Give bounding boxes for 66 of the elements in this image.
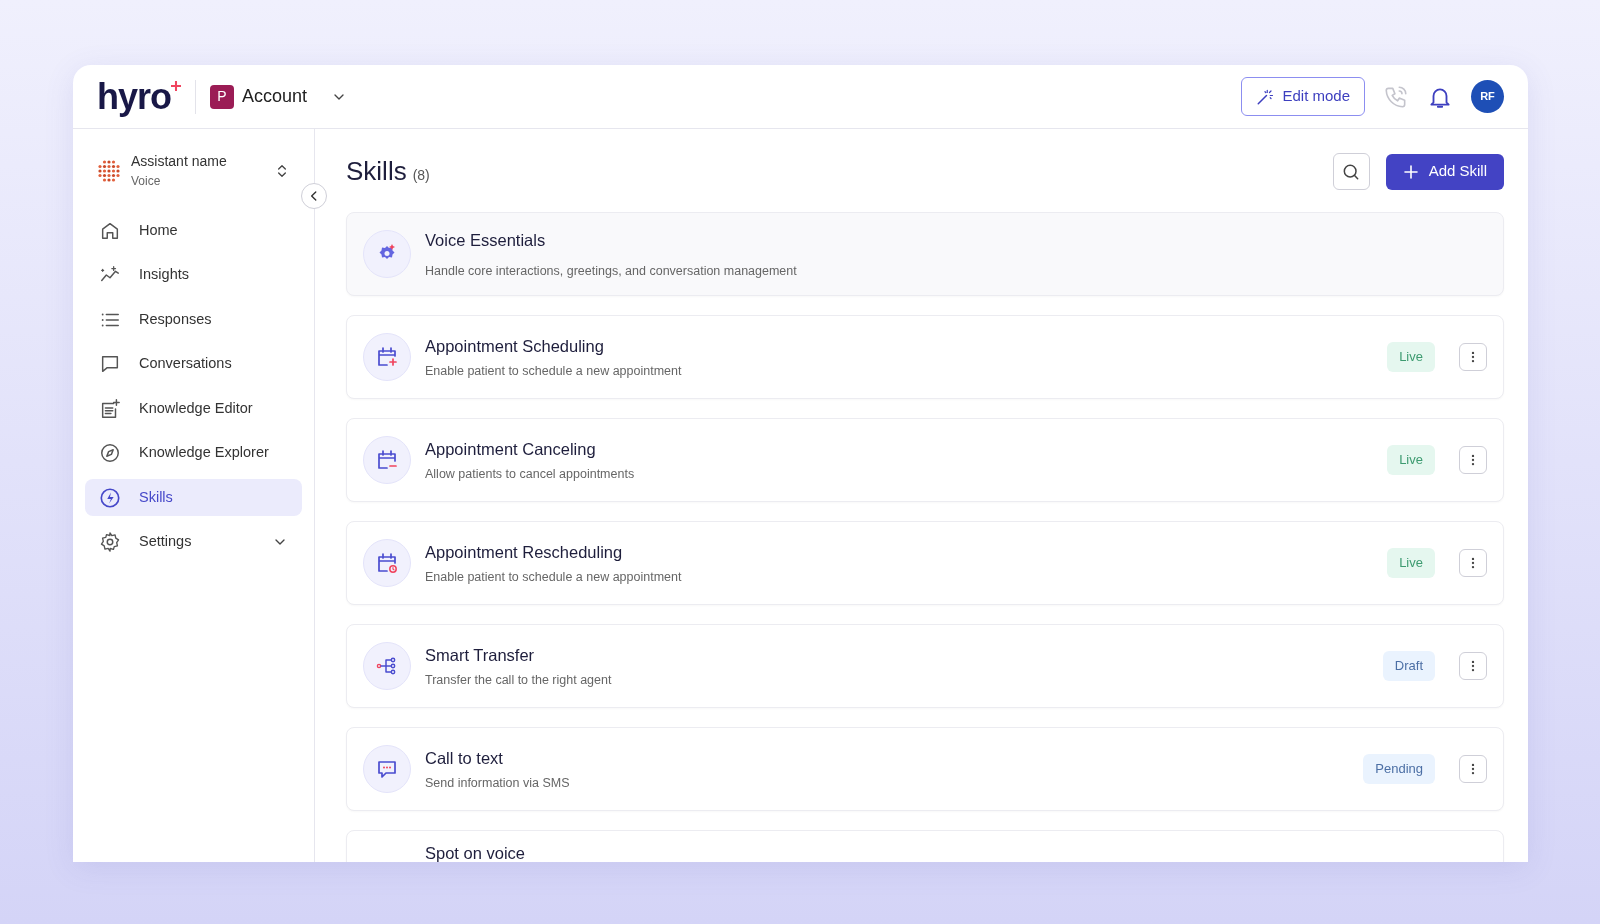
skill-card[interactable]: Voice Essentials Handle core interactions, greetings, and conversation management: [346, 212, 1504, 296]
logo: hyro: [97, 78, 171, 115]
skill-count: (8): [412, 165, 430, 185]
document-plus-icon: [99, 397, 121, 420]
skill-description: Enable patient to schedule a new appointment: [425, 362, 683, 380]
compass-icon: [99, 442, 121, 464]
magic-wand-icon: [1256, 87, 1275, 106]
search-button[interactable]: [1332, 153, 1370, 190]
skill-description: Allow patients to cancel appointments: [425, 465, 636, 483]
avatar[interactable]: RF: [1471, 80, 1504, 113]
lightning-bolt-icon: [99, 486, 121, 509]
gear-icon: [99, 531, 121, 553]
sidebar-item[interactable]: Home: [85, 212, 302, 249]
sidebar-item[interactable]: Insights: [85, 256, 302, 294]
sparkle-icon: [171, 80, 181, 91]
status-badge: Live: [1387, 445, 1435, 475]
collapse-sidebar-button[interactable]: [301, 183, 327, 209]
skill-title: Smart Transfer: [425, 644, 536, 666]
assistant-type: Voice: [131, 173, 162, 190]
skill-title: Spot on voice: [425, 843, 526, 862]
sidebar-item[interactable]: Responses: [85, 301, 302, 338]
skill-card[interactable]: Appointment Rescheduling Enable patient to schedule a new appointment Live: [346, 521, 1504, 605]
status-badge: Live: [1387, 342, 1435, 372]
sidebar-item[interactable]: Knowledge Editor: [85, 390, 302, 427]
skill-title: Appointment Rescheduling: [425, 541, 624, 563]
skill-description: Enable patient to schedule a new appointment: [425, 568, 683, 586]
skill-description: Handle core interactions, greetings, and conversation management: [425, 262, 798, 280]
sidebar-item[interactable]: Knowledge Explorer: [85, 434, 302, 472]
more-options-button[interactable]: [1459, 446, 1487, 474]
skill-title: Appointment Canceling: [425, 438, 597, 460]
skill-card[interactable]: Smart Transfer Transfer the call to the right agent Draft: [346, 624, 1504, 708]
sidebar-item[interactable]: Settings: [85, 523, 302, 561]
add-skill-button[interactable]: Add Skill: [1385, 153, 1504, 190]
edit-mode-button[interactable]: Edit mode: [1241, 77, 1365, 116]
calendar-clock-icon: [375, 551, 399, 575]
more-options-button[interactable]: [1459, 549, 1487, 577]
status-badge: Draft: [1382, 651, 1435, 681]
skill-title: Appointment Scheduling: [425, 335, 605, 357]
more-options-button[interactable]: [1459, 343, 1487, 371]
assistant-name: Assistant name: [131, 152, 228, 171]
assistant-switcher[interactable]: Assistant name Voice: [85, 151, 302, 190]
calendar-minus-icon: [375, 448, 399, 472]
skill-description: Transfer the call to the right agent: [425, 671, 613, 689]
more-options-button[interactable]: [1459, 755, 1487, 783]
skill-title: Voice Essentials: [425, 229, 547, 251]
sidebar-item[interactable]: Skills: [85, 479, 302, 516]
calendar-plus-icon: [375, 345, 399, 369]
skill-card[interactable]: Spot on voice: [346, 830, 1504, 862]
skill-card[interactable]: Call to text Send information via SMS Pending: [346, 727, 1504, 811]
more-options-button[interactable]: [1459, 652, 1487, 680]
account-switcher[interactable]: P Account: [210, 83, 348, 110]
skill-card[interactable]: Appointment Canceling Allow patients to cancel appointments Live: [346, 418, 1504, 502]
phone-icon: [1383, 83, 1409, 110]
account-name: Account: [242, 85, 308, 108]
status-badge: Live: [1387, 548, 1435, 578]
account-initial: P: [210, 84, 234, 109]
status-badge: Pending: [1363, 754, 1435, 784]
page-title: Skills: [346, 155, 407, 188]
skill-title: Call to text: [425, 747, 504, 769]
skill-card[interactable]: Appointment Scheduling Enable patient to schedule a new appointment Live: [346, 315, 1504, 399]
speech-bubble-icon: [99, 353, 121, 375]
sidebar-item[interactable]: Conversations: [85, 345, 302, 383]
plus-icon: [1402, 163, 1419, 180]
dotted-grid-logo-icon: [97, 158, 121, 183]
skill-description: Send information via SMS: [425, 774, 571, 792]
phone-button[interactable]: [1383, 83, 1409, 110]
